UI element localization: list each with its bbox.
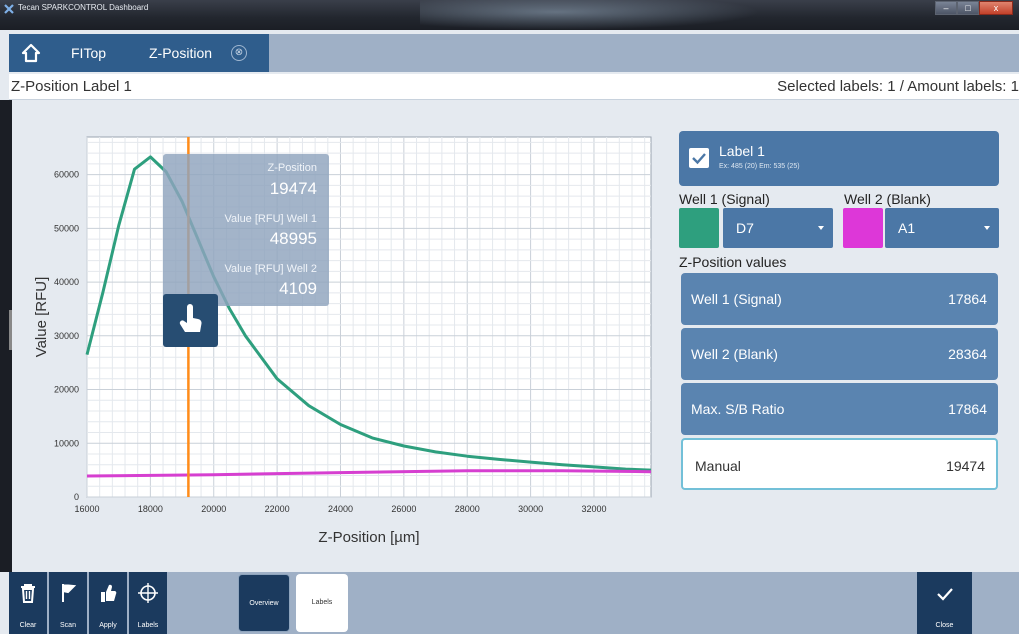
- crosshair-icon: [138, 583, 158, 603]
- x-tick-label: 32000: [581, 504, 606, 514]
- hand-pointer-icon: [179, 304, 202, 332]
- bottom-toolbar: Clear Scan Apply Labels Overview Labels …: [9, 572, 1019, 634]
- tab-overview[interactable]: Overview: [238, 574, 290, 632]
- label-card[interactable]: Label 1 Ex: 485 (20) Em: 535 (25): [679, 131, 999, 186]
- y-tick-label: 0: [74, 492, 79, 502]
- x-tick-label: 16000: [74, 504, 99, 514]
- checkmark-icon: [692, 153, 706, 165]
- z-position-values-title: Z-Position values: [679, 254, 787, 270]
- breadcrumb: FITop Z-Position ⊗: [9, 34, 1019, 72]
- x-axis-label: Z-Position [µm]: [318, 529, 419, 546]
- well2-color-swatch: [843, 208, 883, 248]
- flag-icon: [62, 584, 77, 602]
- y-tick-label: 40000: [54, 277, 79, 287]
- x-tick-label: 18000: [138, 504, 163, 514]
- well2-select[interactable]: A1: [885, 208, 999, 248]
- tecan-logo-icon: [4, 4, 14, 14]
- labels-tool-button[interactable]: Labels: [129, 572, 167, 634]
- tab-labels[interactable]: Labels: [296, 574, 348, 632]
- x-tick-label: 30000: [518, 504, 543, 514]
- clear-button[interactable]: Clear: [9, 572, 47, 634]
- window-title: Tecan SPARKCONTROL Dashboard: [18, 3, 149, 12]
- checkmark-icon: [937, 588, 953, 601]
- y-tick-label: 20000: [54, 385, 79, 395]
- chart-area: 16000 18000 20000 22000 24000 26000 28000 30000…: [12, 100, 667, 572]
- tooltip-well2-label: Value [RFU] Well 2: [224, 263, 317, 275]
- y-tick-label: 10000: [54, 438, 79, 448]
- scan-button[interactable]: Scan: [49, 572, 87, 634]
- tooltip-well1-value: 48995: [269, 229, 317, 248]
- maximize-button[interactable]: □: [957, 1, 979, 15]
- y-tick-label: 30000: [54, 331, 79, 341]
- z-position-chart[interactable]: 16000 18000 20000 22000 24000 26000 28000 30000…: [12, 100, 667, 572]
- x-tick-label: 28000: [455, 504, 480, 514]
- tooltip-well1-label: Value [RFU] Well 1: [224, 213, 317, 225]
- label-subtitle: Ex: 485 (20) Em: 535 (25): [719, 163, 800, 170]
- home-button[interactable]: [9, 34, 53, 72]
- trash-icon: [21, 584, 35, 603]
- thumbs-up-icon: [101, 584, 117, 602]
- close-window-button[interactable]: x: [979, 1, 1013, 15]
- tooltip-well2-value: 4109: [279, 279, 317, 298]
- window-title-bar: Tecan SPARKCONTROL Dashboard – □ x: [0, 0, 1019, 30]
- well1-heading: Well 1 (Signal): [679, 191, 770, 207]
- well1-select[interactable]: D7: [723, 208, 833, 248]
- tooltip-zpos-label: Z-Position: [267, 162, 317, 174]
- zpos-row-well2-blank[interactable]: Well 2 (Blank) 28364: [681, 328, 998, 380]
- left-edge-panel: [0, 100, 12, 572]
- y-tick-label: 60000: [54, 170, 79, 180]
- breadcrumb-fltop[interactable]: FITop: [53, 34, 131, 72]
- zpos-row-max-sb-ratio[interactable]: Max. S/B Ratio 17864: [681, 383, 998, 435]
- y-axis-label: Value [RFU]: [33, 277, 50, 358]
- y-tick-label: 50000: [54, 223, 79, 233]
- tab-z-position[interactable]: Z-Position ⊗: [131, 34, 269, 72]
- x-tick-label: 24000: [328, 504, 353, 514]
- x-tick-label: 26000: [391, 504, 416, 514]
- x-tick-label: 20000: [201, 504, 226, 514]
- cursor-tooltip: Z-Position 19474 Value [RFU] Well 1 4899…: [163, 154, 329, 306]
- page-title: Z-Position Label 1: [11, 78, 132, 95]
- well1-color-swatch: [679, 208, 719, 248]
- home-icon: [21, 43, 41, 63]
- dropdown-caret-icon: [818, 226, 824, 230]
- minimize-button[interactable]: –: [935, 1, 957, 15]
- drag-cursor-button[interactable]: [163, 294, 218, 347]
- dropdown-caret-icon: [984, 226, 990, 230]
- well2-heading: Well 2 (Blank): [844, 191, 931, 207]
- apply-button[interactable]: Apply: [89, 572, 127, 634]
- page-header: Z-Position Label 1 Selected labels: 1 / …: [9, 74, 1019, 100]
- zpos-row-well1-signal[interactable]: Well 1 (Signal) 17864: [681, 273, 998, 325]
- label-title: Label 1: [719, 143, 765, 159]
- label-checkbox[interactable]: [689, 148, 709, 168]
- close-tab-icon[interactable]: ⊗: [231, 45, 247, 61]
- zpos-row-manual[interactable]: Manual 19474: [681, 438, 998, 490]
- close-button[interactable]: Close: [917, 572, 972, 634]
- x-tick-label: 22000: [265, 504, 290, 514]
- tooltip-zpos-value: 19474: [269, 179, 317, 198]
- label-count: Selected labels: 1 / Amount labels: 1: [777, 78, 1019, 95]
